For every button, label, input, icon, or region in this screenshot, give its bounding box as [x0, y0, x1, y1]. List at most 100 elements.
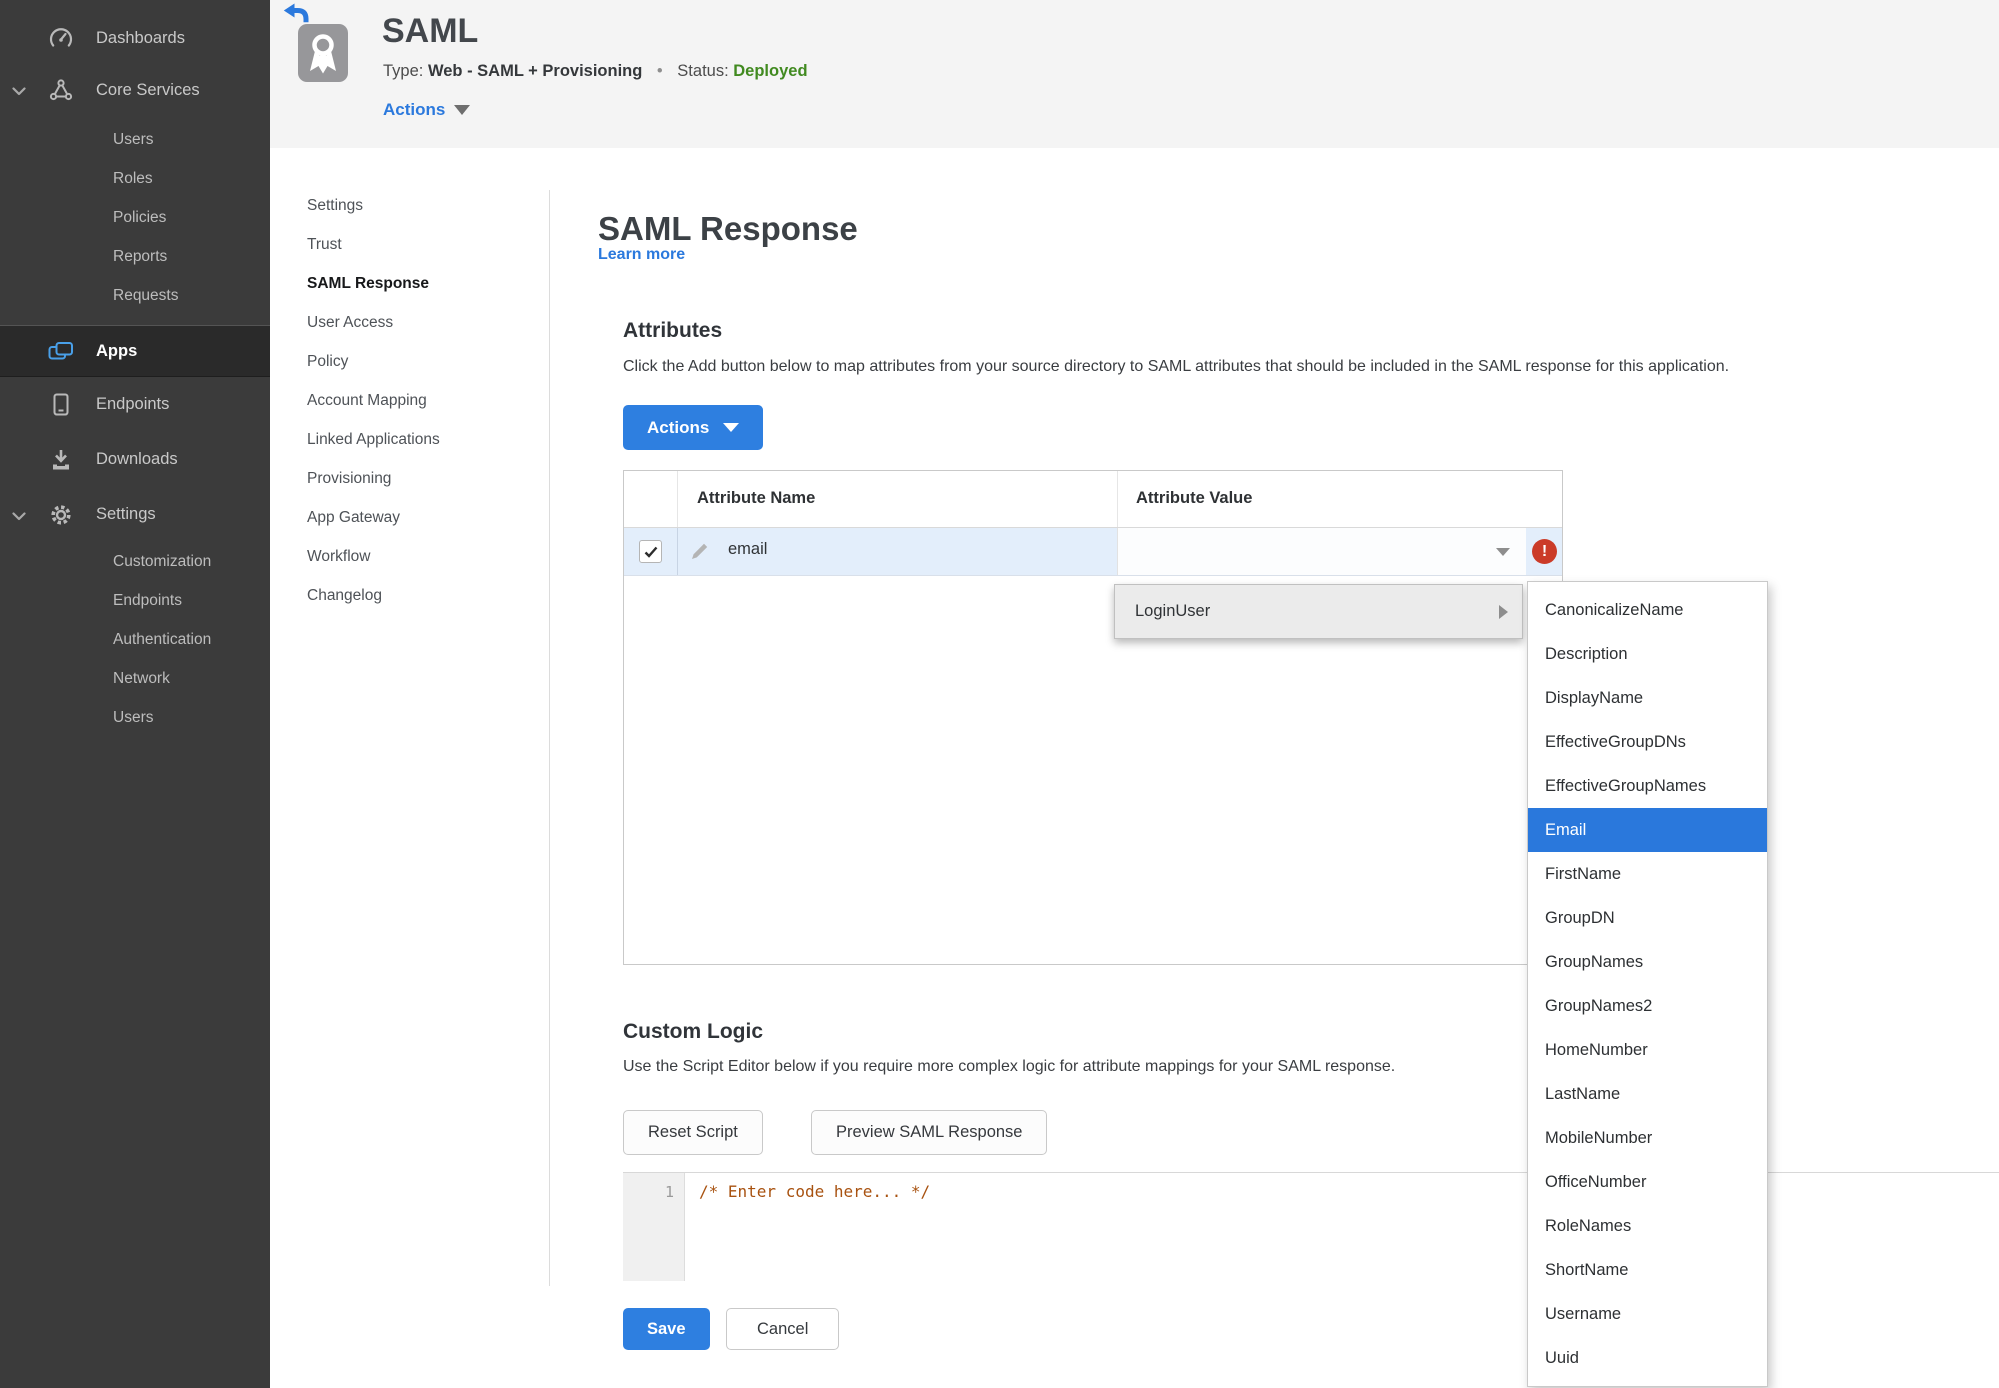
meta-separator: •	[656, 62, 663, 80]
submenu-item[interactable]: Email	[1528, 808, 1767, 852]
sidebar-subitem[interactable]: Network	[0, 659, 270, 698]
row-checkbox[interactable]	[639, 540, 662, 563]
save-button[interactable]: Save	[623, 1308, 710, 1350]
sidebar-subitem[interactable]: Reports	[0, 237, 270, 276]
error-icon: !	[1532, 539, 1557, 564]
submenu-item[interactable]: LastName	[1528, 1072, 1767, 1116]
header-actions-label: Actions	[383, 100, 446, 119]
page-title: SAML Response	[598, 210, 858, 248]
table-header: Attribute Name Attribute Value	[624, 471, 1562, 528]
section-nav-item[interactable]: Linked Applications	[307, 420, 527, 459]
cancel-button[interactable]: Cancel	[726, 1308, 840, 1350]
sidebar-item-label: Core Services	[96, 80, 200, 99]
section-nav-item[interactable]: Settings	[307, 186, 527, 225]
app-meta: Type: Web - SAML + Provisioning • Status…	[383, 62, 808, 81]
status-badge: Deployed	[733, 62, 808, 80]
submenu-item[interactable]: OfficeNumber	[1528, 1160, 1767, 1204]
sidebar-subitem[interactable]: Endpoints	[0, 581, 270, 620]
section-nav-item[interactable]: SAML Response	[307, 264, 527, 303]
attributes-actions-button[interactable]: Actions	[623, 405, 764, 450]
section-nav-item[interactable]: Provisioning	[307, 459, 527, 498]
submenu-item[interactable]: GroupDN	[1528, 896, 1767, 940]
submenu-item[interactable]: GroupNames	[1528, 940, 1767, 984]
column-divider	[1117, 471, 1118, 527]
status-label: Status:	[677, 62, 729, 80]
submenu-item[interactable]: CanonicalizeName	[1528, 588, 1767, 632]
section-nav-item[interactable]: Trust	[307, 225, 527, 264]
submenu-item[interactable]: GroupNames2	[1528, 984, 1767, 1028]
sidebar-item-endpoints[interactable]: Endpoints	[0, 377, 270, 432]
submenu-item[interactable]: MobileNumber	[1528, 1116, 1767, 1160]
app-title: SAML	[382, 12, 479, 50]
edit-pencil-icon[interactable]	[690, 541, 710, 566]
vertical-divider	[549, 190, 550, 1286]
section-nav-item[interactable]: Workflow	[307, 537, 527, 576]
editor-code-line[interactable]: /* Enter code here... */	[685, 1173, 930, 1281]
sidebar-item-dashboards[interactable]: Dashboards	[0, 16, 270, 60]
sidebar-item-core-services[interactable]: Core Services	[0, 60, 270, 120]
caret-down-icon	[454, 105, 471, 115]
script-editor[interactable]: 1 /* Enter code here... */	[623, 1173, 1999, 1281]
learn-more-link[interactable]: Learn more	[598, 246, 685, 264]
submenu-item[interactable]: EffectiveGroupDNs	[1528, 720, 1767, 764]
gauge-icon	[46, 27, 76, 49]
reset-script-button[interactable]: Reset Script	[623, 1110, 763, 1155]
submenu-item[interactable]: ShortName	[1528, 1248, 1767, 1292]
section-nav-item[interactable]: App Gateway	[307, 498, 527, 537]
sidebar-item-downloads[interactable]: Downloads	[0, 432, 270, 487]
attribute-value-dropdown[interactable]	[1117, 528, 1526, 575]
section-nav-item[interactable]: Changelog	[307, 576, 527, 615]
submenu-item[interactable]: Description	[1528, 632, 1767, 676]
sidebar-subitem[interactable]: Policies	[0, 198, 270, 237]
preview-saml-response-button[interactable]: Preview SAML Response	[811, 1110, 1048, 1155]
submenu-item[interactable]: Username	[1528, 1292, 1767, 1336]
sidebar: Dashboards Core Services Users Roles Polic…	[0, 0, 270, 1388]
chevron-down-icon[interactable]	[12, 507, 26, 526]
chevron-down-icon[interactable]	[12, 82, 26, 101]
sidebar-item-label: Downloads	[96, 450, 178, 468]
type-value: Web - SAML + Provisioning	[427, 62, 643, 80]
sidebar-subitem[interactable]: Customization	[0, 542, 270, 581]
submenu-item[interactable]: RoleNames	[1528, 1204, 1767, 1248]
sidebar-item-label: Endpoints	[96, 395, 170, 413]
submenu-item[interactable]: HomeNumber	[1528, 1028, 1767, 1072]
header-actions-menu[interactable]: Actions	[383, 100, 471, 120]
custom-logic-description: Use the Script Editor below if you requi…	[623, 1058, 1396, 1075]
table-row[interactable]: email !	[624, 528, 1562, 576]
app-header: SAML Type: Web - SAML + Provisioning • S…	[270, 0, 1999, 148]
sidebar-item-label: Dashboards	[96, 28, 185, 47]
section-nav-item[interactable]: Policy	[307, 342, 527, 381]
section-nav-item[interactable]: User Access	[307, 303, 527, 342]
sidebar-subitem[interactable]: Users	[0, 698, 270, 737]
app-section-nav: Settings Trust SAML Response User Access Pol…	[307, 186, 527, 615]
caret-down-icon	[1496, 548, 1510, 556]
sidebar-subitem[interactable]: Requests	[0, 276, 270, 315]
dropdown-item-label: LoginUser	[1135, 602, 1211, 620]
editor-line-number: 1	[623, 1173, 685, 1281]
column-header-attribute-name: Attribute Name	[697, 489, 816, 507]
column-header-attribute-value: Attribute Value	[1136, 489, 1253, 507]
submenu-item[interactable]: FirstName	[1528, 852, 1767, 896]
submenu-item[interactable]: EffectiveGroupNames	[1528, 764, 1767, 808]
section-nav-item[interactable]: Account Mapping	[307, 381, 527, 420]
sidebar-subitem[interactable]: Users	[0, 120, 270, 159]
value-dropdown-menu-item-loginuser[interactable]: LoginUser	[1114, 584, 1523, 639]
caret-down-icon	[723, 423, 740, 432]
sidebar-item-settings[interactable]: Settings	[0, 487, 270, 542]
apps-icon	[46, 340, 76, 362]
settings-subnav: Customization Endpoints Authentication Netw…	[0, 542, 270, 737]
core-services-subnav: Users Roles Policies Reports Requests	[0, 120, 270, 315]
sidebar-subitem[interactable]: Roles	[0, 159, 270, 198]
submenu-item[interactable]: Uuid	[1528, 1336, 1767, 1380]
core-services-icon	[46, 79, 76, 101]
gear-icon	[46, 503, 76, 527]
type-label: Type:	[383, 62, 424, 80]
row-checkbox-cell	[624, 528, 678, 575]
attributes-table: Attribute Name Attribute Value email !	[623, 470, 1563, 965]
sidebar-subitem[interactable]: Authentication	[0, 620, 270, 659]
sidebar-item-apps[interactable]: Apps	[0, 325, 270, 377]
app-page: Dashboards Core Services Users Roles Polic…	[0, 0, 1999, 1388]
submenu-item[interactable]: DisplayName	[1528, 676, 1767, 720]
